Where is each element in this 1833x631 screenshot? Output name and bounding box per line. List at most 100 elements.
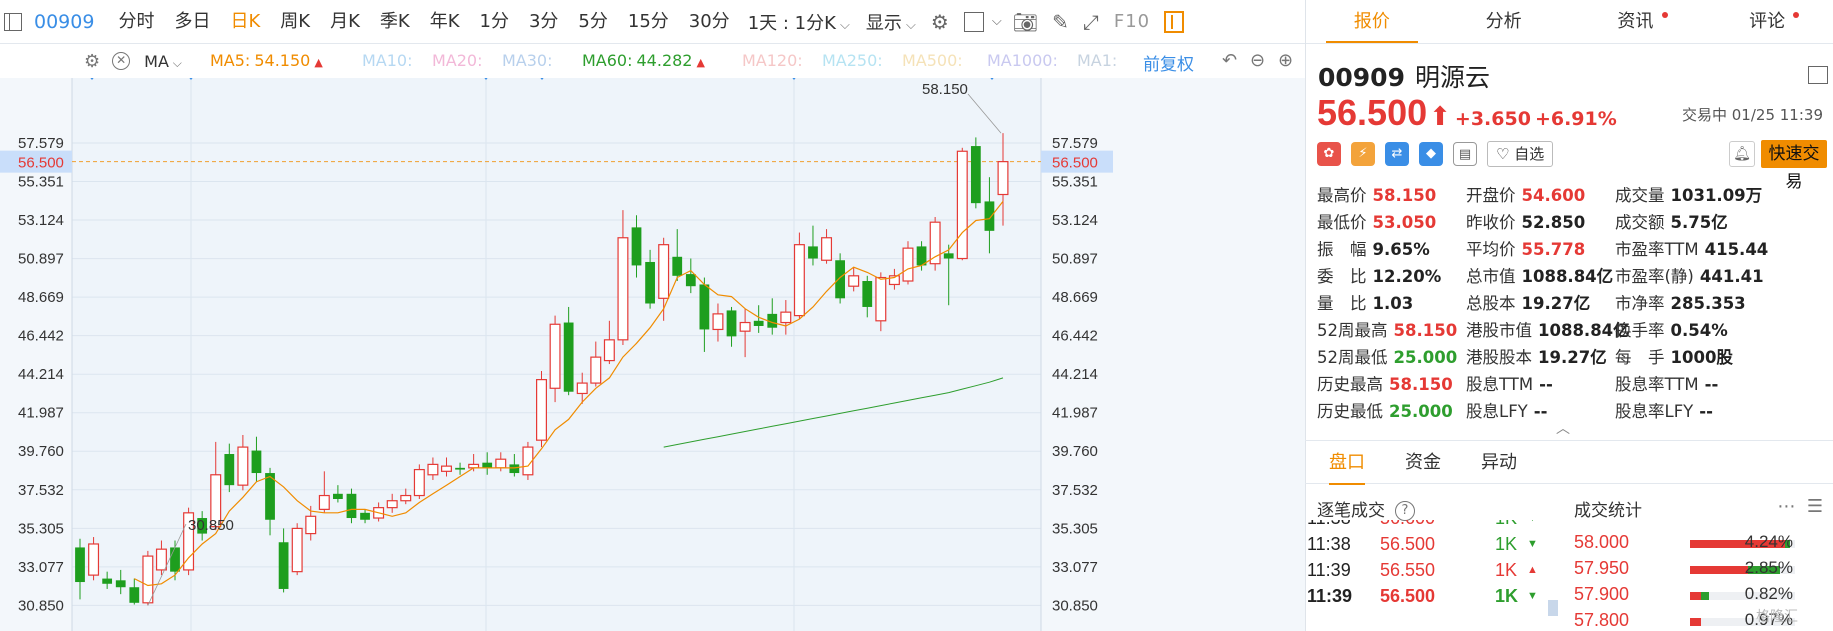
- period-tab-30min[interactable]: 30分: [679, 0, 740, 44]
- bell-icon[interactable]: 🔔︎: [1729, 141, 1755, 167]
- period-tab-3min[interactable]: 3分: [519, 0, 568, 44]
- down-triangle-icon: ▼: [1527, 590, 1538, 602]
- chevron-down-icon[interactable]: ⌵: [988, 0, 1006, 44]
- stat-cell: 历史最低 25.000: [1317, 398, 1453, 422]
- tick-scrollbar[interactable]: [1548, 600, 1558, 616]
- stat-cell: 52周最高 58.150: [1317, 317, 1457, 341]
- close-indicator-icon[interactable]: ✕: [112, 52, 131, 70]
- fast-trade-button[interactable]: 快速交易: [1761, 140, 1827, 192]
- tab-quote[interactable]: 报价: [1306, 0, 1438, 43]
- period-tab-intraday[interactable]: 分时: [108, 0, 164, 44]
- depth-tabs: 盘口 资金 异动: [1305, 440, 1833, 485]
- collapse-chevron-icon[interactable]: ︿: [1556, 418, 1570, 438]
- period-tab-week-k[interactable]: 周K: [270, 0, 320, 44]
- hk-flag-icon[interactable]: ✿: [1317, 142, 1341, 166]
- period-tab-5min[interactable]: 5分: [568, 0, 617, 44]
- stat-label: 总股本: [1466, 294, 1516, 313]
- f10-button[interactable]: F10: [1106, 11, 1158, 32]
- stat-label: 换手率: [1615, 321, 1665, 340]
- stat-value: 58.150: [1389, 375, 1453, 394]
- stat-value: 415.44: [1704, 240, 1769, 259]
- candle-body-up: [400, 494, 412, 502]
- candle-body-up: [318, 494, 330, 510]
- stat-row: 最低价 53.050 昨收价 52.850 成交额 5.75亿: [1317, 207, 1833, 234]
- stat-cell: 量 比 1.03: [1317, 290, 1413, 314]
- period-tab-1min[interactable]: 1分: [470, 0, 519, 44]
- forward-adjust-button[interactable]: 前复权: [1143, 50, 1194, 75]
- tab-capital[interactable]: 资金: [1405, 441, 1441, 485]
- stat-value: 9.65%: [1372, 240, 1430, 259]
- note-icon[interactable]: ▤: [1453, 142, 1477, 166]
- zoom-in-icon[interactable]: ⊕: [1278, 50, 1293, 71]
- display-select[interactable]: 显示: [858, 9, 924, 35]
- tick-trades-list[interactable]: 11:38 56.600 1K ▼ 11:38 56.500 1K ▼ 11:39 56.550 1…: [1305, 520, 1555, 631]
- tick-time: 11:39: [1307, 560, 1351, 580]
- tag-icon[interactable]: ◆: [1419, 142, 1443, 166]
- up-triangle-icon: ▲: [1527, 564, 1538, 576]
- last-price: 56.500: [1317, 92, 1428, 133]
- period-tab-day-k[interactable]: 日K: [220, 0, 270, 44]
- period-tab-quarter-k[interactable]: 季K: [370, 0, 420, 44]
- stat-cell: 股息TTM --: [1466, 371, 1553, 395]
- stat-cell: 最高价 58.150: [1317, 182, 1436, 206]
- candle-body-up: [997, 161, 1009, 196]
- stat-cell: 市盈率TTM 415.44: [1615, 236, 1768, 260]
- y-tick-label-right: 57.579: [1052, 135, 1098, 152]
- indicator-type-select[interactable]: MA: [144, 52, 182, 71]
- period-tab-year-k[interactable]: 年K: [420, 0, 470, 44]
- stat-label: 委 比: [1317, 267, 1367, 286]
- trade-stat-pct: 2.85%: [1744, 558, 1793, 577]
- help-icon[interactable]: ?: [1395, 501, 1415, 521]
- pencil-icon[interactable]: ✎: [1045, 0, 1076, 44]
- layout-icon[interactable]: [1808, 66, 1828, 84]
- tab-analysis[interactable]: 分析: [1438, 0, 1570, 43]
- stat-cell: 昨收价 52.850: [1466, 209, 1585, 233]
- list-icon[interactable]: ☰: [1807, 496, 1823, 517]
- y-tick-label-left: 46.442: [18, 328, 64, 345]
- buy-bar: [1690, 566, 1748, 574]
- stat-label: 股息率TTM: [1615, 375, 1699, 394]
- ma-settings-gear-icon[interactable]: ⚙: [84, 51, 100, 72]
- candle-body-down: [360, 512, 370, 520]
- tab-order-book[interactable]: 盘口: [1329, 441, 1365, 485]
- stat-value: 25.000: [1393, 348, 1458, 367]
- tab-comments[interactable]: 评论: [1701, 0, 1833, 43]
- settings-gear-icon[interactable]: ⚙: [924, 0, 956, 44]
- tab-unusual[interactable]: 异动: [1481, 441, 1517, 485]
- y-tick-label-right: 55.351: [1052, 174, 1098, 191]
- stock-code: 00909: [34, 10, 95, 33]
- interval-select[interactable]: 1天 : 1分K: [740, 9, 858, 35]
- candle-body-up: [536, 379, 547, 441]
- period-tab-15min[interactable]: 15分: [618, 0, 679, 44]
- stat-cell: 港股市值 1088.84亿: [1466, 317, 1630, 341]
- undo-icon[interactable]: ↶: [1222, 50, 1237, 71]
- tick-row: 11:39 56.500 1K ▼: [1305, 586, 1555, 616]
- period-tab-month-k[interactable]: 月K: [320, 0, 370, 44]
- shuffle-icon[interactable]: ⇄: [1385, 142, 1409, 166]
- tab-news[interactable]: 资讯: [1570, 0, 1702, 43]
- stat-value: 285.353: [1670, 294, 1746, 313]
- y-tick-label-right: 44.214: [1052, 366, 1098, 383]
- more-icon[interactable]: ⋯: [1777, 496, 1795, 517]
- period-tab-multiday[interactable]: 多日: [164, 0, 220, 44]
- stat-value: 1000股: [1670, 348, 1733, 367]
- candle-body-down: [685, 274, 696, 287]
- up-triangle-icon: ▲: [314, 56, 323, 69]
- sidebar-toggle-icon[interactable]: [4, 12, 22, 31]
- trade-stat-price: 58.000: [1574, 532, 1630, 552]
- zoom-out-icon[interactable]: ⊖: [1250, 50, 1265, 71]
- y-tick-label-right: 30.850: [1052, 597, 1098, 614]
- fullscreen-icon[interactable]: ⤢: [1076, 0, 1106, 44]
- stat-cell: 成交额 5.75亿: [1615, 209, 1728, 233]
- y-tick-label-left: 35.305: [18, 520, 64, 537]
- kline-chart-area[interactable]: 57.579 57.579 55.351 55.351 53.124 53.124 50.8…: [0, 78, 1305, 631]
- add-watchlist-button[interactable]: ♡ 自选: [1487, 141, 1554, 167]
- chart-frame-icon[interactable]: [963, 11, 984, 32]
- panel-toggle-icon[interactable]: [1164, 10, 1185, 33]
- lightning-icon[interactable]: ⚡: [1351, 142, 1375, 166]
- stat-label: 市净率: [1615, 294, 1665, 313]
- kline-chart[interactable]: 57.579 57.579 55.351 55.351 53.124 53.124 50.8…: [0, 78, 1305, 631]
- candle-body-down: [753, 320, 764, 326]
- camera-icon[interactable]: 📷︎: [1006, 0, 1045, 44]
- down-triangle-icon: ▼: [1527, 520, 1538, 524]
